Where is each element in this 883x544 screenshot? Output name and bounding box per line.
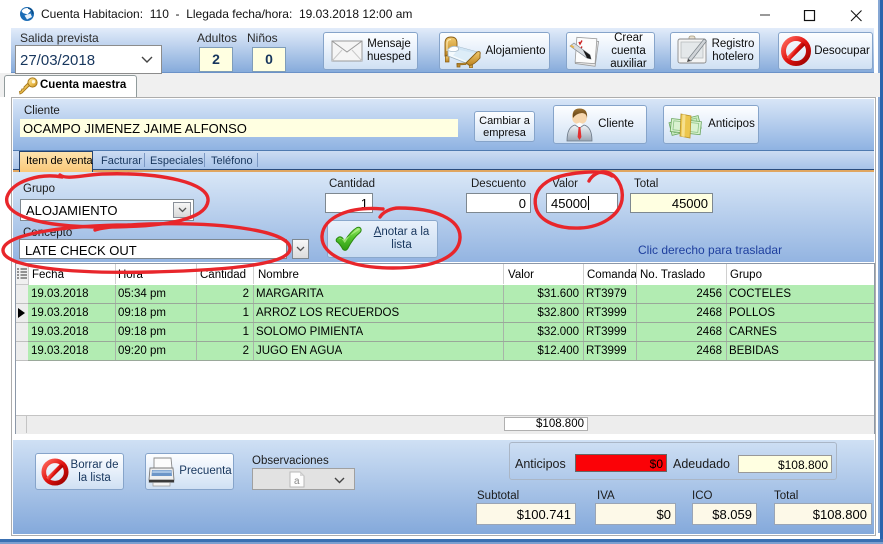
svg-text:a: a bbox=[294, 476, 300, 487]
